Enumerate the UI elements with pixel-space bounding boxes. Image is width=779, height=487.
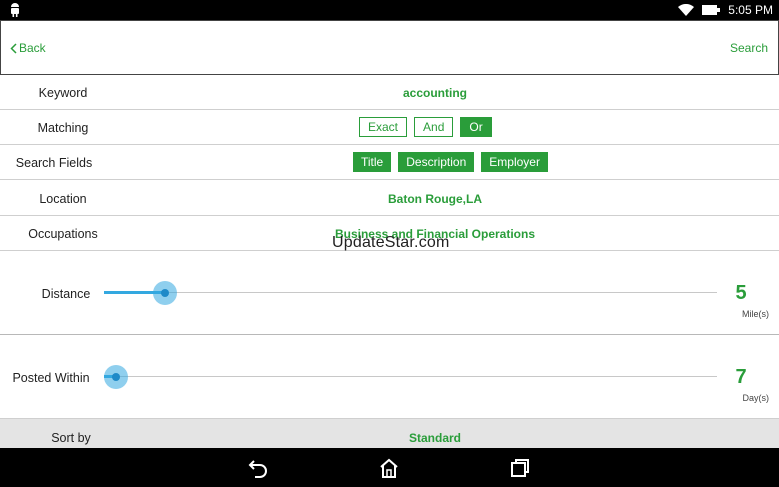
matching-or-button[interactable]: Or xyxy=(460,117,492,137)
matching-options: Exact And Or xyxy=(359,117,492,137)
location-row[interactable]: Location Baton Rouge,LA xyxy=(0,180,779,216)
search-fields-options: Title Description Employer xyxy=(353,152,548,172)
top-bar: Back Search xyxy=(0,20,779,75)
field-employer-chip[interactable]: Employer xyxy=(481,152,548,172)
back-button[interactable]: Back xyxy=(10,41,46,55)
keyword-value[interactable]: accounting xyxy=(100,86,770,100)
nav-bar xyxy=(0,448,779,487)
android-icon xyxy=(11,3,19,17)
search-fields-label: Search Fields xyxy=(15,156,93,170)
distance-value: 5 xyxy=(735,282,747,304)
distance-unit: Mile(s) xyxy=(742,309,769,319)
status-bar: 5:05 PM xyxy=(0,0,779,20)
search-fields-row: Search Fields Title Description Employer xyxy=(0,145,779,180)
chevron-left-icon xyxy=(10,42,17,54)
search-button[interactable]: Search xyxy=(730,41,768,55)
posted-within-label: Posted Within xyxy=(12,371,90,385)
home-icon[interactable] xyxy=(378,457,400,479)
matching-exact-button[interactable]: Exact xyxy=(359,117,408,137)
recent-apps-icon[interactable] xyxy=(509,457,531,479)
posted-within-row: Posted Within 7 Day(s) xyxy=(0,335,779,419)
back-label: Back xyxy=(19,41,46,55)
sort-by-row[interactable]: Sort by Standard xyxy=(0,419,779,448)
posted-within-unit: Day(s) xyxy=(742,393,770,403)
watermark: UpdateStar.com xyxy=(332,234,450,251)
status-time: 5:05 PM xyxy=(728,3,773,17)
posted-within-slider[interactable] xyxy=(104,365,717,389)
distance-slider-track xyxy=(104,292,717,293)
sort-by-value[interactable]: Standard xyxy=(100,431,770,445)
matching-and-button[interactable]: And xyxy=(414,117,454,137)
wifi-icon xyxy=(678,4,695,16)
location-value[interactable]: Baton Rouge,LA xyxy=(100,192,770,206)
distance-label: Distance xyxy=(41,287,91,301)
posted-within-slider-track xyxy=(104,376,717,377)
posted-within-value: 7 xyxy=(735,366,747,388)
matching-row: Matching Exact And Or xyxy=(0,110,779,145)
keyword-row[interactable]: Keyword accounting xyxy=(0,75,779,110)
field-title-chip[interactable]: Title xyxy=(353,152,392,172)
distance-slider[interactable] xyxy=(104,281,717,305)
field-description-chip[interactable]: Description xyxy=(398,152,475,172)
matching-label: Matching xyxy=(37,121,89,135)
distance-row: Distance 5 Mile(s) xyxy=(0,251,779,335)
back-nav-icon[interactable] xyxy=(247,457,269,479)
battery-icon xyxy=(702,5,721,15)
